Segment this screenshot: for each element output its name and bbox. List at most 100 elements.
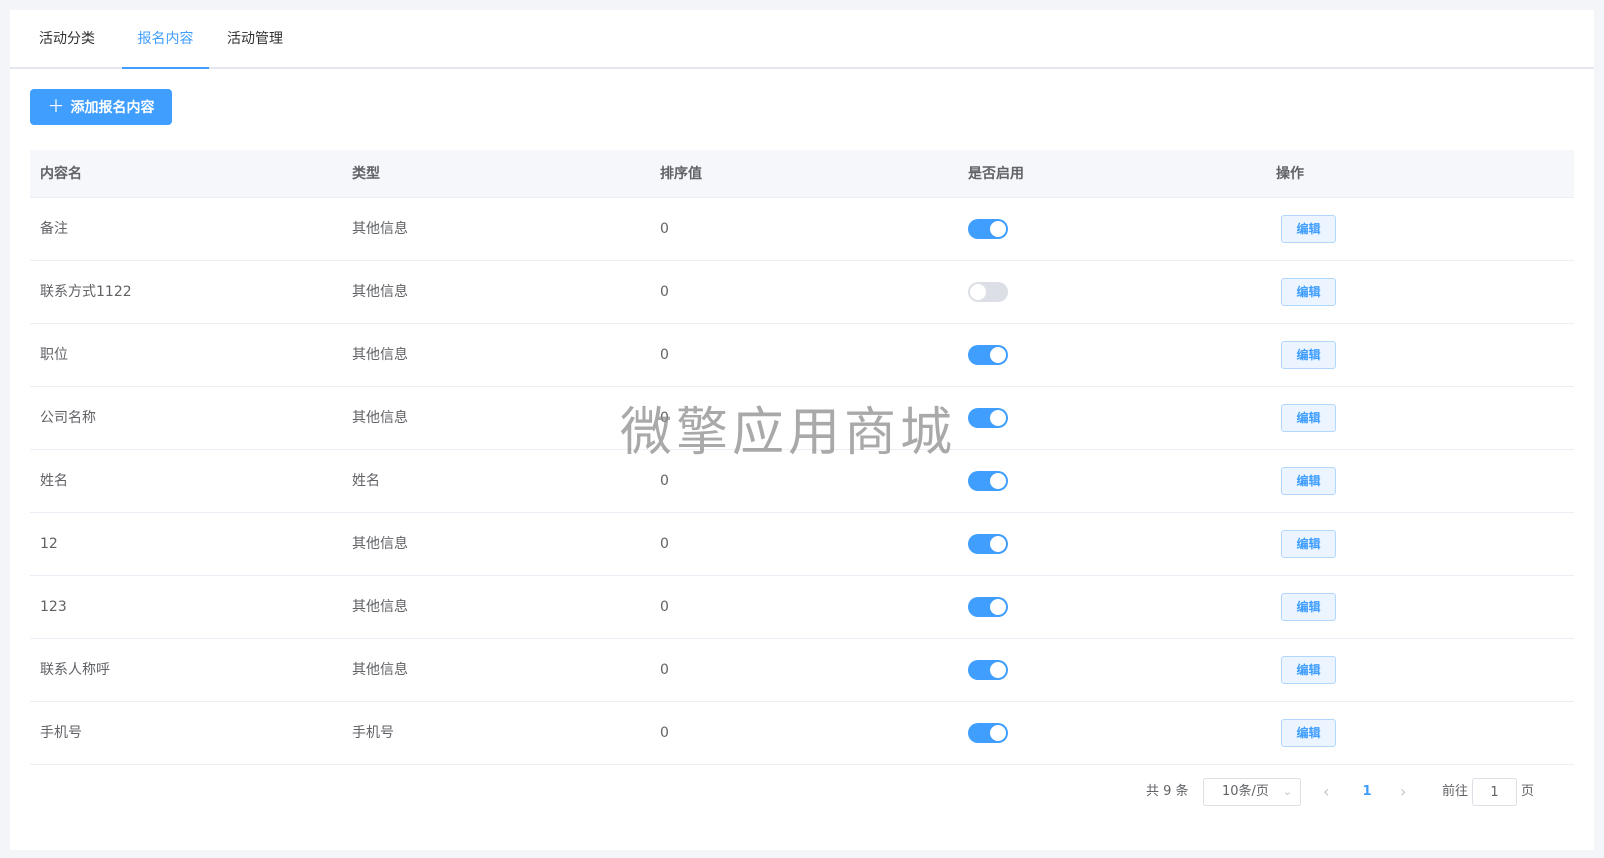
page-number[interactable]: 1	[1360, 778, 1374, 806]
cell-type: 手机号	[352, 725, 394, 741]
edit-button[interactable]: 编辑	[1281, 278, 1336, 306]
cell-type: 姓名	[352, 473, 380, 489]
edit-button[interactable]: 编辑	[1281, 341, 1336, 369]
table-header: 内容名 类型 排序值 是否启用 操作	[30, 150, 1574, 198]
page-size-select[interactable]: 10条/页 ⌄	[1203, 778, 1301, 806]
table-body: 备注 其他信息 0 编辑 联系方式1122 其他信息 0 编辑 职位 其他信息 0 编辑 公司名称 其他信…	[30, 198, 1574, 765]
edit-button[interactable]: 编辑	[1281, 719, 1336, 747]
toggle-knob	[990, 473, 1006, 489]
enabled-toggle[interactable]	[968, 219, 1008, 239]
cell-actions: 编辑	[1266, 576, 1574, 638]
next-page-button[interactable]: ›	[1400, 778, 1406, 806]
table-row: 12 其他信息 0 编辑	[30, 513, 1574, 576]
cell-enabled	[958, 702, 1266, 764]
cell-enabled	[958, 261, 1266, 323]
cell-actions: 编辑	[1266, 639, 1574, 701]
enabled-toggle[interactable]	[968, 723, 1008, 743]
cell-actions: 编辑	[1266, 513, 1574, 575]
cell-sort-value: 0	[660, 662, 669, 678]
toggle-knob	[990, 725, 1006, 741]
add-registration-content-button[interactable]: ＋ 添加报名内容	[30, 89, 172, 125]
enabled-toggle[interactable]	[968, 597, 1008, 617]
edit-button[interactable]: 编辑	[1281, 215, 1336, 243]
prev-page-button[interactable]: ‹	[1323, 778, 1329, 806]
table-row: 123 其他信息 0 编辑	[30, 576, 1574, 639]
header-sort-value: 排序值	[660, 166, 702, 182]
cell-content-name: 123	[40, 599, 67, 615]
chevron-down-icon: ⌄	[1282, 785, 1292, 798]
cell-sort-value: 0	[660, 284, 669, 300]
cell-enabled	[958, 324, 1266, 386]
toggle-knob	[990, 410, 1006, 426]
cell-actions: 编辑	[1266, 198, 1574, 260]
page-suffix: 页	[1521, 784, 1535, 799]
cell-enabled	[958, 387, 1266, 449]
cell-type: 其他信息	[352, 536, 408, 552]
tab-activity-management[interactable]: 活动管理	[218, 10, 292, 69]
cell-type: 其他信息	[352, 599, 408, 615]
enabled-toggle[interactable]	[968, 660, 1008, 680]
goto-page-input[interactable]	[1472, 778, 1517, 806]
cell-actions: 编辑	[1266, 450, 1574, 512]
tab-activity-category[interactable]: 活动分类	[30, 10, 104, 69]
edit-button[interactable]: 编辑	[1281, 404, 1336, 432]
cell-sort-value: 0	[660, 599, 669, 615]
tab-registration-content[interactable]: 报名内容	[122, 10, 209, 69]
toggle-knob	[990, 221, 1006, 237]
table-row: 公司名称 其他信息 0 编辑	[30, 387, 1574, 450]
tab-bar: 活动分类 报名内容 活动管理	[10, 10, 1594, 69]
cell-enabled	[958, 576, 1266, 638]
toggle-knob	[990, 662, 1006, 678]
enabled-toggle[interactable]	[968, 408, 1008, 428]
enabled-toggle[interactable]	[968, 471, 1008, 491]
cell-actions: 编辑	[1266, 261, 1574, 323]
cell-sort-value: 0	[660, 410, 669, 426]
edit-button[interactable]: 编辑	[1281, 530, 1336, 558]
cell-content-name: 备注	[40, 221, 68, 237]
cell-sort-value: 0	[660, 536, 669, 552]
cell-type: 其他信息	[352, 284, 408, 300]
cell-content-name: 联系方式1122	[40, 284, 132, 300]
toggle-knob	[990, 347, 1006, 363]
pagination: 共 9 条 10条/页 ⌄ ‹ 1 › 前往 页	[10, 778, 1594, 806]
cell-actions: 编辑	[1266, 702, 1574, 764]
cell-type: 其他信息	[352, 347, 408, 363]
table-row: 联系人称呼 其他信息 0 编辑	[30, 639, 1574, 702]
cell-content-name: 手机号	[40, 725, 82, 741]
header-enabled: 是否启用	[968, 166, 1024, 182]
cell-type: 其他信息	[352, 221, 408, 237]
cell-enabled	[958, 450, 1266, 512]
edit-button[interactable]: 编辑	[1281, 593, 1336, 621]
cell-content-name: 姓名	[40, 473, 68, 489]
enabled-toggle[interactable]	[968, 345, 1008, 365]
toggle-knob	[990, 536, 1006, 552]
header-actions: 操作	[1276, 166, 1304, 182]
active-tab-indicator	[122, 67, 209, 69]
cell-actions: 编辑	[1266, 324, 1574, 386]
cell-actions: 编辑	[1266, 387, 1574, 449]
enabled-toggle[interactable]	[968, 282, 1008, 302]
header-type: 类型	[352, 166, 380, 182]
content-table: 内容名 类型 排序值 是否启用 操作 备注 其他信息 0 编辑 联系方式1122 其他信息…	[30, 150, 1574, 765]
cell-sort-value: 0	[660, 473, 669, 489]
table-row: 联系方式1122 其他信息 0 编辑	[30, 261, 1574, 324]
page-size-value: 10条/页	[1222, 784, 1269, 799]
table-row: 职位 其他信息 0 编辑	[30, 324, 1574, 387]
cell-enabled	[958, 198, 1266, 260]
enabled-toggle[interactable]	[968, 534, 1008, 554]
goto-label: 前往	[1442, 784, 1469, 799]
toggle-knob	[970, 284, 986, 300]
cell-content-name: 公司名称	[40, 410, 96, 426]
cell-content-name: 12	[40, 536, 58, 552]
add-button-label: 添加报名内容	[70, 100, 155, 116]
table-row: 姓名 姓名 0 编辑	[30, 450, 1574, 513]
edit-button[interactable]: 编辑	[1281, 467, 1336, 495]
cell-sort-value: 0	[660, 725, 669, 741]
plus-icon: ＋	[47, 96, 65, 117]
cell-enabled	[958, 513, 1266, 575]
cell-type: 其他信息	[352, 410, 408, 426]
table-row: 备注 其他信息 0 编辑	[30, 198, 1574, 261]
header-content-name: 内容名	[40, 166, 82, 182]
edit-button[interactable]: 编辑	[1281, 656, 1336, 684]
cell-sort-value: 0	[660, 347, 669, 363]
